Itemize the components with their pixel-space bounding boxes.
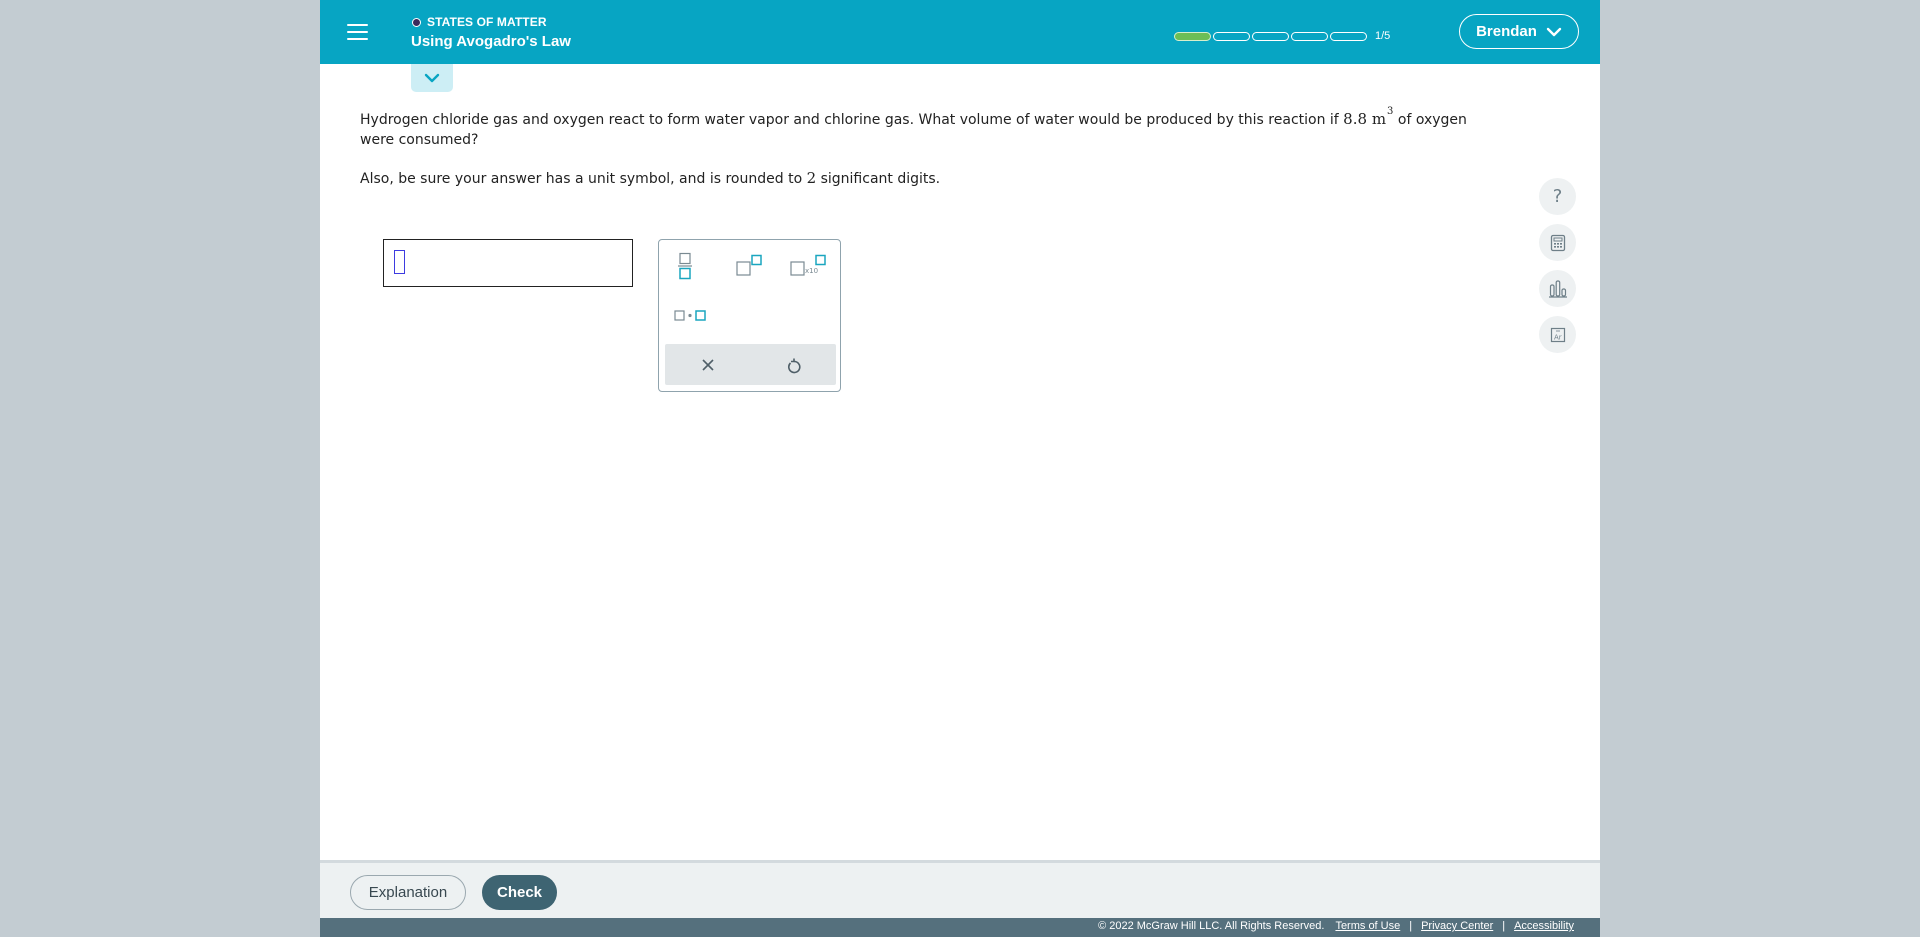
progress-segment-3 <box>1252 31 1289 41</box>
superscript-icon <box>736 254 762 276</box>
privacy-link[interactable]: Privacy Center <box>1421 920 1493 932</box>
clear-button[interactable] <box>665 344 750 385</box>
explanation-button[interactable]: Explanation <box>350 875 466 910</box>
scientific-notation-button[interactable]: x10 <box>789 254 827 282</box>
math-palette: x10 <box>658 239 841 392</box>
scientific-notation-icon: x10 <box>790 254 826 276</box>
progress-segment-4 <box>1291 31 1328 41</box>
sig-digits-value: 2 <box>806 169 817 187</box>
expand-topic-button[interactable] <box>411 64 453 92</box>
periodic-table-icon: Ar <box>1550 327 1565 342</box>
chevron-down-icon <box>424 73 440 83</box>
topic-row: STATES OF MATTER <box>412 15 547 29</box>
calculator-icon <box>1550 234 1565 251</box>
fraction-icon <box>678 252 692 280</box>
progress-segment-2 <box>1213 31 1250 41</box>
data-chart-icon <box>1548 279 1567 298</box>
oxygen-volume-value: 8.8 <box>1343 110 1368 128</box>
help-button[interactable]: ? <box>1539 178 1576 215</box>
question-line2-after: significant digits. <box>816 171 941 187</box>
fraction-button[interactable] <box>675 252 695 284</box>
clear-icon <box>701 358 714 371</box>
svg-text:x10: x10 <box>805 267 818 275</box>
answer-input[interactable] <box>383 239 633 287</box>
terms-link[interactable]: Terms of Use <box>1335 920 1400 932</box>
calculator-button[interactable] <box>1539 224 1576 261</box>
hamburger-icon[interactable] <box>340 16 374 48</box>
separator: | <box>1409 920 1413 932</box>
oxygen-volume: 8.8 m3 <box>1343 106 1393 128</box>
multiply-dot-icon <box>674 310 706 321</box>
help-icon: ? <box>1552 186 1563 207</box>
progress-bar: 1/5 <box>1174 30 1390 42</box>
question-line-2: Also, be sure your answer has a unit sym… <box>360 168 1500 189</box>
copyright-text: © 2022 McGraw Hill LLC. All Rights Reser… <box>1098 920 1325 932</box>
question-line2-before: Also, be sure your answer has a unit sym… <box>360 171 807 187</box>
separator: | <box>1502 920 1506 932</box>
lesson-title: Using Avogadro's Law <box>411 33 571 50</box>
undo-icon <box>787 358 801 373</box>
oxygen-volume-unit: m <box>1371 110 1387 128</box>
progress-label: 1/5 <box>1375 30 1391 42</box>
question-text: Hydrogen chloride gas and oxygen react t… <box>360 102 1500 189</box>
topic-status-icon <box>412 17 421 27</box>
question-text-before: Hydrogen chloride gas and oxygen react t… <box>360 112 1344 128</box>
input-cursor <box>394 250 405 274</box>
action-footer: Explanation Check <box>320 860 1600 918</box>
data-chart-button[interactable] <box>1539 270 1576 307</box>
user-menu-button[interactable]: Brendan <box>1459 14 1579 49</box>
accessibility-link[interactable]: Accessibility <box>1514 920 1574 932</box>
app-container: STATES OF MATTER Using Avogadro's Law 1/… <box>320 0 1600 937</box>
topic-label: STATES OF MATTER <box>427 15 547 29</box>
periodic-table-button[interactable]: Ar <box>1539 316 1576 353</box>
multiply-dot-button[interactable] <box>673 308 709 327</box>
superscript-button[interactable] <box>735 254 763 282</box>
progress-segment-5 <box>1330 31 1367 41</box>
header-bar: STATES OF MATTER Using Avogadro's Law 1/… <box>320 0 1600 64</box>
user-name: Brendan <box>1476 23 1537 40</box>
chevron-down-icon <box>1546 27 1562 36</box>
progress-segment-1 <box>1174 31 1211 41</box>
check-button[interactable]: Check <box>482 875 557 910</box>
undo-button[interactable] <box>751 344 836 385</box>
question-line-1: Hydrogen chloride gas and oxygen react t… <box>360 102 1500 150</box>
copyright-bar: © 2022 McGraw Hill LLC. All Rights Reser… <box>320 918 1600 937</box>
svg-text:Ar: Ar <box>1554 333 1562 341</box>
palette-actions <box>665 344 836 385</box>
